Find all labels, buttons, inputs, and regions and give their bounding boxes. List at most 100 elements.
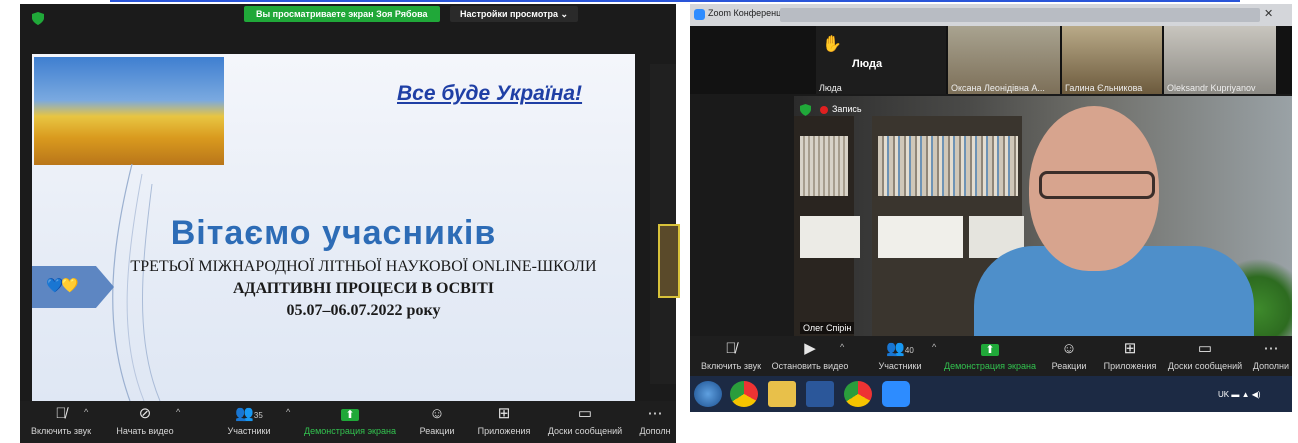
glasses [1039, 171, 1155, 199]
storage-box [800, 216, 860, 258]
thumbnail-name: Люда [819, 83, 842, 93]
chevron-up-icon[interactable]: ^ [84, 407, 88, 417]
blurred-title-area [780, 8, 1260, 22]
participants-label: Участники [878, 361, 922, 371]
participants-button[interactable]: 👥40 Участники [872, 336, 928, 378]
active-speaker-video: Запись Олег Спірін [794, 96, 1292, 336]
share-screen-label: Демонстрация экрана [944, 361, 1036, 371]
thumbnail-lyuda[interactable]: ✋ Люда Люда [816, 26, 946, 94]
more-icon: ⋯ [1263, 340, 1279, 357]
muted-mic-icon: 🎙̸ [725, 340, 737, 357]
slide-title: Вітаємо учасників [170, 214, 497, 252]
window-title: Zoom Конференция [708, 8, 792, 18]
stop-video-button[interactable]: ▶ Остановить видео [770, 336, 850, 378]
hearts-icon: 💙💛 [46, 277, 79, 293]
storage-box [878, 216, 963, 258]
apps-label: Приложения [477, 426, 531, 436]
video-off-icon: ⊘ [138, 405, 152, 422]
screen-share-banner: Вы просматриваете экран Зоя Рябова [244, 6, 440, 22]
participants-count: 40 [904, 346, 914, 355]
slide-subtitle-1: ТРЕТЬОЇ МІЖНАРОДНОЇ ЛІТНЬОЇ НАУКОВОЇ ONL… [130, 258, 597, 275]
reactions-label: Реакции [1051, 361, 1087, 371]
word-icon[interactable] [806, 381, 834, 407]
more-label: Дополн [639, 426, 671, 436]
shield-icon[interactable] [800, 104, 811, 116]
start-video-button[interactable]: ⊘ Начать видео [108, 401, 182, 443]
chrome-icon[interactable] [730, 381, 758, 407]
slide-slogan: Все буде Україна! [397, 82, 583, 105]
chevron-up-icon[interactable]: ^ [932, 342, 936, 352]
stop-video-label: Остановить видео [771, 361, 849, 371]
window-title-bar: Zoom Конференция ✕ [690, 4, 1292, 26]
participants-icon: 👥40 [886, 340, 914, 357]
more-icon: ⋯ [647, 405, 663, 422]
participants-count: 35 [253, 411, 263, 420]
thumbnail-oleksandr[interactable]: Oleksandr Kupriyanov [1164, 26, 1276, 94]
thumbnail-name: Oleksandr Kupriyanov [1167, 83, 1256, 93]
participants-button[interactable]: 👥35 Участники [218, 401, 280, 443]
chevron-up-icon[interactable]: ^ [840, 342, 844, 352]
participants-icon: 👥35 [235, 405, 263, 422]
video-camera-icon: ▶ [804, 340, 816, 357]
whiteboard-icon: ▭ [577, 405, 593, 422]
whiteboards-label: Доски сообщений [1167, 361, 1243, 371]
more-label: Дополни [1252, 361, 1290, 371]
books [878, 136, 1018, 196]
start-video-label: Начать видео [116, 426, 174, 436]
thumbnail-oksana[interactable]: Оксана Леонідівна А... [948, 26, 1060, 94]
chrome-icon[interactable] [844, 381, 872, 407]
share-screen-button[interactable]: ⬆ Демонстрация экрана [304, 401, 396, 443]
whiteboards-button[interactable]: ▭ Доски сообщений [1164, 336, 1246, 378]
unmute-label: Включить звук [30, 426, 92, 436]
left-meeting-toolbar: 🎙̸ Включить звук ^ ⊘ Начать видео ^ 👥35 … [20, 401, 676, 443]
participant-thumbnails: ✋ Люда Люда Оксана Леонідівна А... Галин… [690, 26, 1292, 94]
speaker-name-label: Олег Спірін [800, 322, 855, 334]
whiteboards-button[interactable]: ▭ Доски сообщений [542, 401, 628, 443]
books [800, 136, 848, 196]
file-explorer-icon[interactable] [768, 381, 796, 407]
whiteboard-icon: ▭ [1197, 340, 1213, 357]
system-tray[interactable]: UK ▬ ▲ ◀) [1218, 390, 1261, 399]
chevron-up-icon[interactable]: ^ [286, 407, 290, 417]
apps-icon: ⊞ [497, 405, 511, 422]
slide-subtitle-2: АДАПТИВНІ ПРОЦЕСИ В ОСВІТІ [233, 280, 494, 297]
recording-label: Запись [832, 104, 862, 114]
reactions-button[interactable]: ☺ Реакции [412, 401, 462, 443]
zoom-logo-icon [694, 9, 705, 20]
share-screen-icon: ⬆ [304, 401, 396, 425]
share-screen-label: Демонстрация экрана [304, 426, 396, 436]
apps-button[interactable]: ⊞ Приложения [1100, 336, 1160, 378]
recording-dot-icon [820, 106, 828, 114]
more-button[interactable]: ⋯ Дополн [634, 401, 676, 443]
slide-dates: 05.07–06.07.2022 року [286, 302, 441, 319]
thumbnail-name: Галина Єльникова [1065, 83, 1143, 93]
reactions-label: Реакции [419, 426, 455, 436]
more-button[interactable]: ⋯ Дополни [1250, 336, 1292, 378]
start-button-icon[interactable] [694, 381, 722, 407]
unmute-button[interactable]: 🎙̸ Включить звук [696, 336, 766, 378]
view-settings-button[interactable]: Настройки просмотра ⌄ [450, 6, 579, 22]
shared-slide: Все буде Україна! 💙💛 Вітаємо учасників Т… [32, 54, 635, 401]
thumbnail-galina[interactable]: Галина Єльникова [1062, 26, 1162, 94]
shield-icon[interactable] [32, 12, 44, 25]
active-participant-thumbnail[interactable] [658, 224, 680, 298]
whiteboards-label: Доски сообщений [547, 426, 623, 436]
apps-button[interactable]: ⊞ Приложения [472, 401, 536, 443]
raised-hand-icon: ✋ [822, 36, 842, 53]
ukraine-flag-image [34, 57, 224, 165]
share-screen-button[interactable]: ⬆ Демонстрация экрана [944, 336, 1036, 378]
right-zoom-window: Zoom Конференция ✕ ✋ Люда Люда Оксана Ле… [690, 4, 1292, 412]
language-indicator[interactable]: UK [1218, 390, 1229, 399]
zoom-app-icon[interactable] [882, 381, 910, 407]
chevron-up-icon[interactable]: ^ [176, 407, 180, 417]
apps-icon: ⊞ [1123, 340, 1137, 357]
right-meeting-toolbar: 🎙̸ Включить звук ▶ Остановить видео ^ 👥4… [690, 336, 1292, 376]
unmute-label: Включить звук [700, 361, 762, 371]
apps-label: Приложения [1103, 361, 1157, 371]
reactions-icon: ☺ [1061, 340, 1077, 357]
thumbnail-name: Оксана Леонідівна А... [951, 83, 1045, 93]
reactions-icon: ☺ [429, 405, 445, 422]
close-window-icon[interactable]: ✕ [1264, 7, 1273, 20]
reactions-button[interactable]: ☺ Реакции [1046, 336, 1092, 378]
left-zoom-window: Вы просматриваете экран Зоя Рябова Настр… [20, 4, 680, 443]
